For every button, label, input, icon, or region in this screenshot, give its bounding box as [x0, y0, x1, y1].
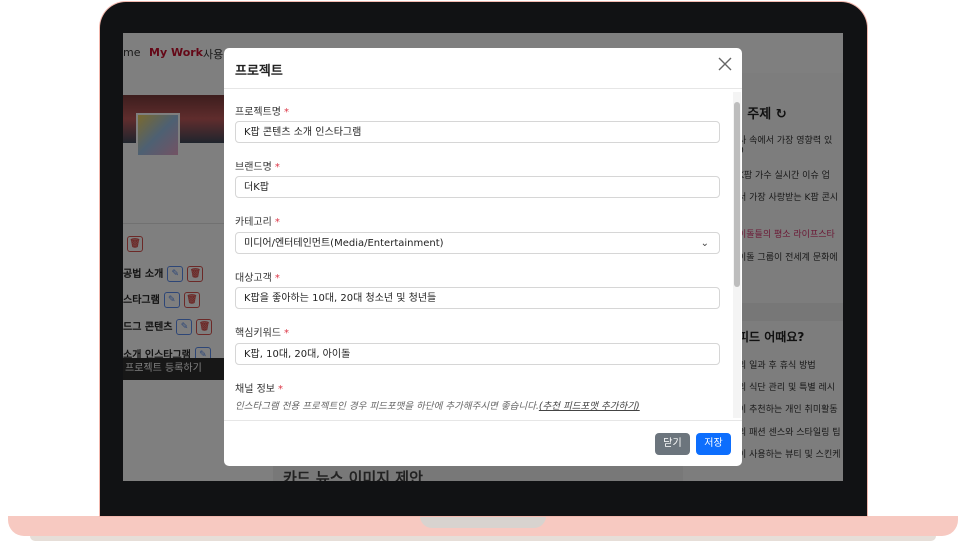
- project-modal: 프로젝트 프로젝트명 * K팝 콘텐츠 소개 인스타그램 브랜드명 * 더K팝 카테…: [224, 48, 742, 466]
- target-audience-input[interactable]: K팝을 좋아하는 10대, 20대 청소년 및 청년들: [235, 287, 720, 309]
- brand-name-label: 브랜드명 *: [235, 162, 280, 173]
- modal-body: 프로젝트명 * K팝 콘텐츠 소개 인스타그램 브랜드명 * 더K팝 카테고리 * 미…: [224, 89, 732, 419]
- keywords-label: 핵심키워드 *: [235, 328, 289, 339]
- modal-header: 프로젝트: [224, 48, 742, 89]
- category-label: 카테고리 *: [235, 217, 280, 228]
- close-icon[interactable]: [718, 57, 736, 75]
- category-select[interactable]: 미디어/엔터테인먼트(Media/Entertainment) ⌄: [235, 232, 720, 254]
- laptop-base-shadow: [30, 536, 936, 541]
- target-audience-label: 대상고객 *: [235, 273, 280, 284]
- keywords-input[interactable]: K팝, 10대, 20대, 아이돌: [235, 343, 720, 365]
- scrollbar-thumb[interactable]: [734, 102, 740, 287]
- scrollbar[interactable]: [733, 92, 741, 418]
- channel-hint: 인스타그램 전용 프로젝트인 경우 피드포맷을 하단에 추가해주시면 좋습니다.…: [235, 401, 640, 412]
- close-button[interactable]: 닫기: [655, 433, 690, 455]
- modal-title: 프로젝트: [235, 64, 283, 79]
- save-button[interactable]: 저장: [696, 433, 731, 455]
- add-feed-format-link[interactable]: (추천 피드포맷 추가하기): [539, 401, 640, 412]
- screen: me My Work 사용 🗑 공법 소개✎🗑 스타그램✎🗑 드그 콘텐츠✎🗑 …: [123, 33, 843, 481]
- brand-name-input[interactable]: 더K팝: [235, 176, 720, 198]
- project-name-label: 프로젝트명 *: [235, 107, 289, 118]
- chevron-down-icon: ⌄: [700, 238, 709, 249]
- modal-footer: 닫기 저장: [224, 420, 742, 466]
- project-name-input[interactable]: K팝 콘텐츠 소개 인스타그램: [235, 121, 720, 143]
- channel-info-label: 채널 정보 *: [235, 384, 283, 395]
- laptop-notch: [420, 516, 546, 528]
